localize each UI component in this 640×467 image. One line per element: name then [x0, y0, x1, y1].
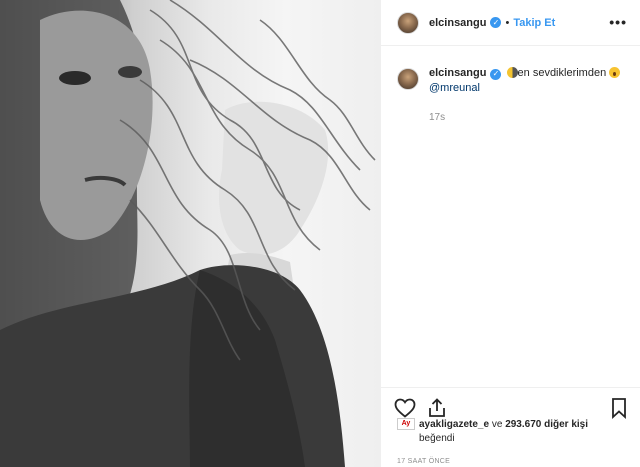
likes-summary: Ay ayakligazete_e ve 293.670 diğer kişi … [397, 418, 588, 446]
separator-dot: • [505, 16, 510, 29]
likes-suffix: beğendi [419, 433, 455, 444]
caption-avatar[interactable] [397, 68, 419, 90]
follow-button[interactable]: Takip Et [513, 17, 555, 29]
more-options-icon[interactable]: ••• [609, 14, 627, 30]
post-timestamp[interactable]: 17 SAAT ÖNCE [397, 458, 450, 465]
caption: elcinsangu ✓ en sevdiklerimden @mreunal [397, 66, 629, 96]
bookmark-icon[interactable] [607, 396, 631, 420]
liker-avatar[interactable]: Ay [397, 418, 415, 430]
mention-link[interactable]: @mreunal [429, 81, 620, 96]
username-link[interactable]: elcinsangu [429, 17, 486, 29]
post-dialog: elcinsangu ✓ • Takip Et ••• elcinsangu ✓ … [0, 0, 640, 467]
caption-body: elcinsangu ✓ en sevdiklerimden @mreunal [429, 66, 621, 96]
post-side-panel: elcinsangu ✓ • Takip Et ••• elcinsangu ✓ … [380, 0, 640, 467]
post-header: elcinsangu ✓ • Takip Et ••• [381, 0, 640, 46]
caption-time[interactable]: 17s [429, 112, 445, 123]
user-avatar[interactable] [397, 11, 419, 34]
verified-badge-icon: ✓ [490, 17, 502, 28]
caption-username[interactable]: elcinsangu [429, 67, 486, 79]
moon-emoji-icon [506, 67, 518, 78]
surprised-face-emoji-icon [609, 67, 621, 78]
post-photo[interactable] [0, 0, 380, 467]
verified-badge-icon: ✓ [490, 68, 502, 80]
photo-illustration [0, 0, 376, 467]
likes-connector: ve [491, 419, 503, 430]
likes-text: ayakligazete_e ve 293.670 diğer kişi beğ… [419, 418, 588, 446]
share-icon[interactable] [425, 396, 449, 420]
liker-username[interactable]: ayakligazete_e [419, 419, 489, 430]
likes-count[interactable]: 293.670 diğer kişi [505, 419, 588, 430]
caption-text: en sevdiklerimden [517, 67, 607, 79]
